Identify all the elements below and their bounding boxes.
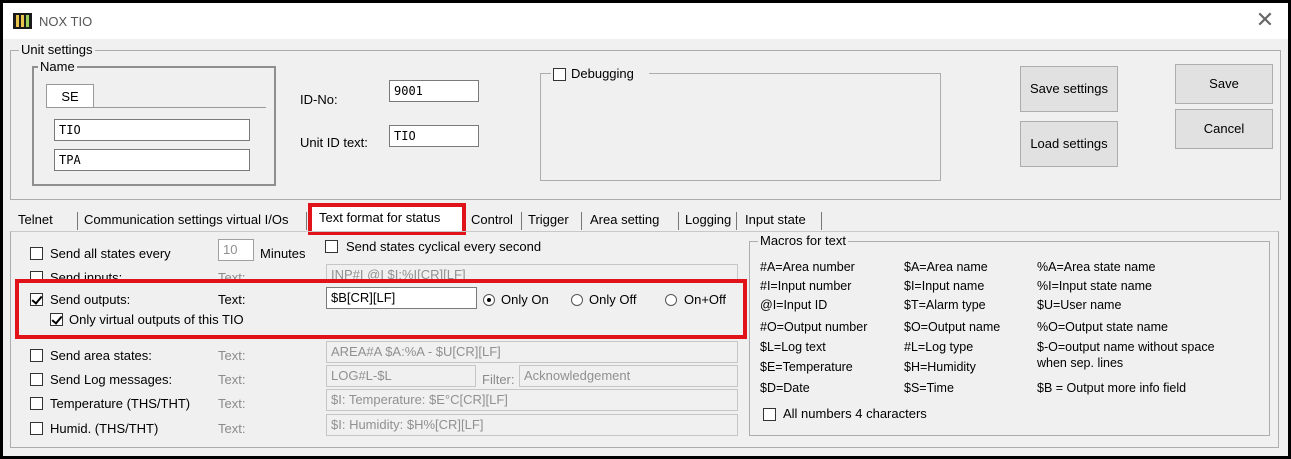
humid-field[interactable]: $I: Humidity: $H%[CR][LF]	[326, 414, 738, 436]
name-tab-se[interactable]: SE	[46, 84, 94, 108]
tab-trigger[interactable]: Trigger	[523, 210, 574, 232]
window-title: NOX TIO	[39, 14, 93, 29]
highlight-send-outputs	[15, 279, 747, 339]
filter-label: Filter:	[482, 372, 515, 387]
macro-item: $I=Input name	[904, 279, 985, 293]
macro-item: when sep. lines	[1037, 356, 1124, 370]
name-field-2[interactable]: TPA	[54, 149, 250, 171]
tab-telnet[interactable]: Telnet	[13, 210, 58, 232]
temperature-field[interactable]: $I: Temperature: $E°C[CR][LF]	[326, 389, 738, 411]
unit-id-text-label: Unit ID text:	[300, 135, 368, 150]
tab-separator	[581, 212, 582, 230]
minutes-label: Minutes	[260, 246, 306, 261]
macro-item: $B = Output more info field	[1037, 381, 1187, 395]
send-area-field[interactable]: AREA#A $A:%A - $U[CR][LF]	[326, 341, 738, 363]
tab-separator	[678, 212, 679, 230]
tab-control[interactable]: Control	[466, 210, 518, 232]
title-bar: NOX TIO ✕	[3, 3, 1288, 39]
nox-tio-window: NOX TIO ✕ Unit settings Name SE TIO TPA …	[3, 3, 1288, 456]
cancel-button[interactable]: Cancel	[1175, 109, 1273, 149]
macro-item: $L=Log text	[760, 340, 826, 354]
macro-item: @I=Input ID	[760, 298, 828, 312]
temperature-text-label: Text:	[218, 396, 246, 411]
send-all-interval-field[interactable]: 10	[218, 239, 254, 261]
send-all-states-label: Send all states every	[50, 246, 171, 261]
macro-item: #I=Input number	[760, 279, 852, 293]
tab-area-setting[interactable]: Area setting	[585, 210, 664, 232]
send-area-states-label: Send area states:	[50, 348, 152, 363]
tab-separator	[821, 212, 822, 230]
macro-item: $H=Humidity	[904, 360, 976, 374]
send-area-text-label: Text:	[218, 348, 246, 363]
send-area-states-checkbox[interactable]	[30, 349, 43, 362]
macro-item: %A=Area state name	[1037, 260, 1156, 274]
debugging-checkbox[interactable]	[553, 68, 566, 81]
id-no-field[interactable]: 9001	[389, 80, 479, 102]
close-icon[interactable]: ✕	[1252, 8, 1278, 34]
send-log-field[interactable]: LOG#L-$L	[326, 365, 476, 387]
tab-input-state[interactable]: Input state	[740, 210, 811, 232]
app-icon	[13, 13, 32, 29]
debugging-title-area: Debugging	[551, 66, 649, 82]
all-numbers-label: All numbers 4 characters	[783, 406, 927, 421]
macro-item: $T=Alarm type	[904, 298, 986, 312]
macro-item: #A=Area number	[760, 260, 855, 274]
macro-item: %O=Output state name	[1037, 320, 1168, 334]
humid-label: Humid. (THS/THT)	[50, 421, 159, 436]
send-cyclical-checkbox[interactable]	[325, 240, 338, 253]
send-log-label: Send Log messages:	[50, 372, 173, 387]
humid-checkbox[interactable]	[30, 422, 43, 435]
unit-settings-title: Unit settings	[19, 42, 95, 57]
tab-separator	[521, 212, 522, 230]
tab-communication-settings[interactable]: Communication settings virtual I/Os	[79, 210, 293, 232]
save-settings-button[interactable]: Save settings	[1020, 66, 1118, 112]
unit-id-text-field[interactable]: TIO	[389, 125, 479, 147]
macro-item: $E=Temperature	[760, 360, 853, 374]
humid-text-label: Text:	[218, 421, 246, 436]
name-field-1[interactable]: TIO	[54, 119, 250, 141]
debugging-label: Debugging	[571, 66, 634, 81]
all-numbers-checkbox[interactable]	[763, 408, 776, 421]
name-group-title: Name	[38, 59, 77, 74]
macro-item: $O=Output name	[904, 320, 1001, 334]
temperature-checkbox[interactable]	[30, 397, 43, 410]
macro-item: #O=Output number	[760, 320, 868, 334]
tab-logging[interactable]: Logging	[680, 210, 736, 232]
macro-item: $A=Area name	[904, 260, 988, 274]
macros-title: Macros for text	[758, 233, 848, 248]
macro-item: #L=Log type	[904, 340, 974, 354]
send-log-checkbox[interactable]	[30, 373, 43, 386]
macro-item: $-O=output name without space	[1037, 340, 1215, 354]
temperature-label: Temperature (THS/THT)	[50, 396, 191, 411]
macro-item: $D=Date	[760, 381, 810, 395]
load-settings-button[interactable]: Load settings	[1020, 121, 1118, 167]
tab-separator	[306, 212, 307, 230]
macro-item: $S=Time	[904, 381, 954, 395]
macro-item: $U=User name	[1037, 298, 1122, 312]
send-log-text-label: Text:	[218, 372, 246, 387]
id-no-label: ID-No:	[300, 92, 338, 107]
save-button[interactable]: Save	[1175, 64, 1273, 104]
macro-item: %I=Input state name	[1037, 279, 1153, 293]
tab-separator	[736, 212, 737, 230]
name-tab-line	[46, 107, 266, 108]
debugging-group	[540, 73, 941, 181]
tab-separator	[77, 212, 78, 230]
filter-field[interactable]: Acknowledgement	[519, 365, 738, 387]
send-cyclical-label-text: Send states cyclical every second	[346, 239, 542, 255]
send-all-states-checkbox[interactable]	[30, 247, 43, 260]
